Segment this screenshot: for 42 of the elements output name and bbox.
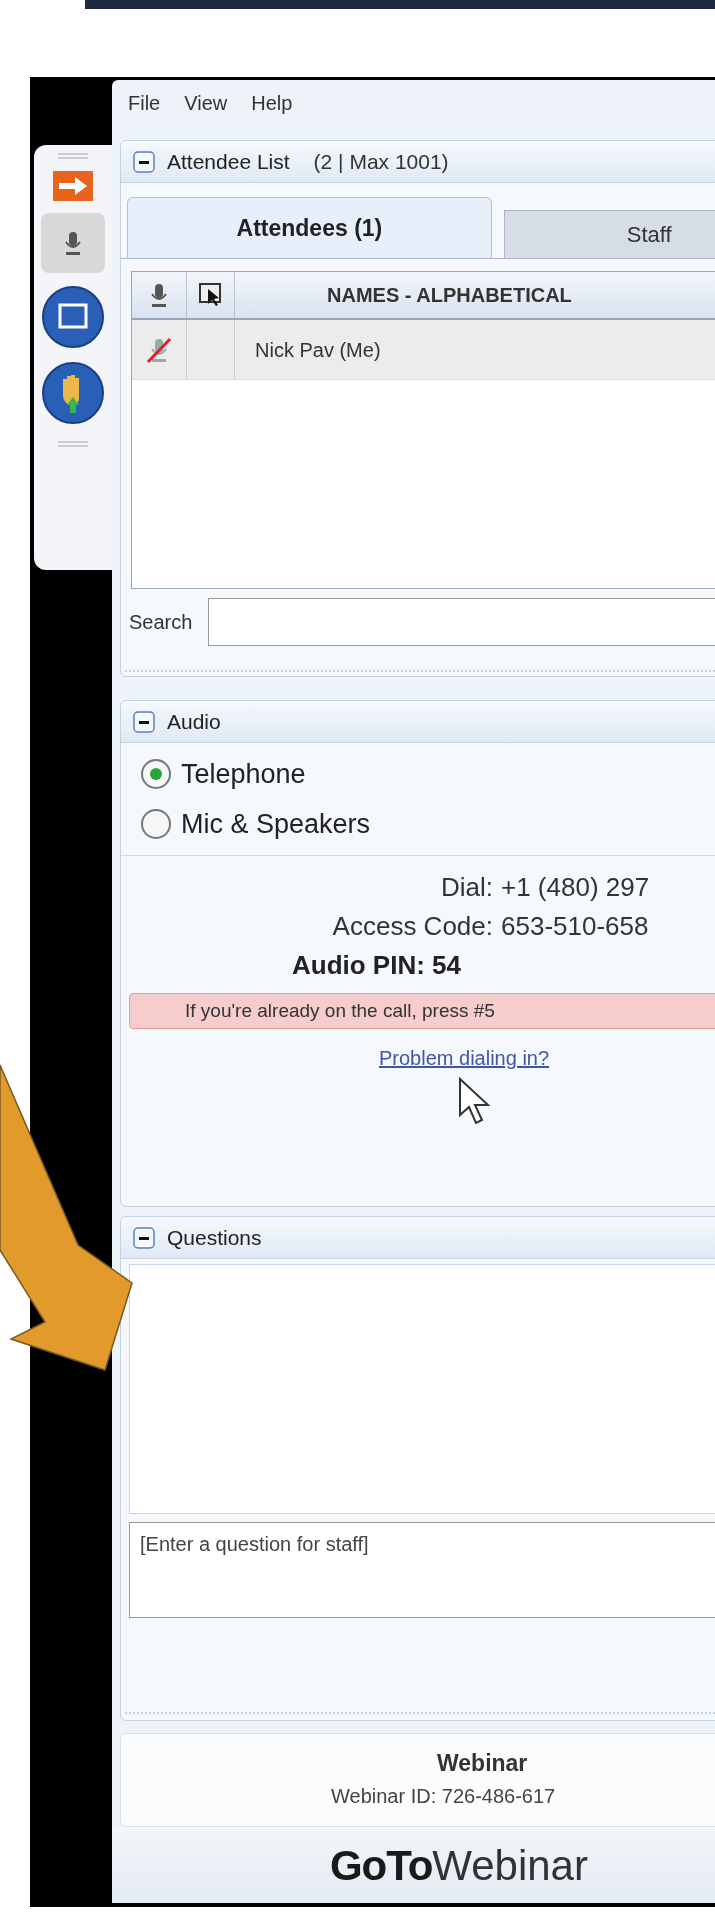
cursor-icon [457, 1077, 493, 1127]
collapse-icon[interactable] [133, 150, 155, 173]
audio-pin: Audio PIN: 54 [291, 949, 462, 982]
radio-option[interactable]: Telephone [139, 751, 715, 797]
mic-button[interactable] [41, 213, 105, 273]
grip-icon[interactable] [58, 153, 88, 159]
detail-label: Access Code: [331, 910, 493, 943]
attendee-row[interactable]: Nick Pav (Me) [132, 320, 715, 380]
search-field[interactable] [208, 598, 715, 646]
radio-option[interactable]: Mic & Speakers [139, 801, 715, 847]
radio-button[interactable] [139, 807, 173, 841]
webinar-id: Webinar ID: 726-486-617 [331, 1783, 556, 1809]
radio-button[interactable] [139, 757, 173, 791]
panel-title: Attendee List [167, 148, 290, 175]
detail-value: 653-510-658 [501, 910, 650, 943]
collapse-icon[interactable] [133, 710, 155, 733]
menu-item[interactable]: File [128, 87, 161, 118]
collapse-icon[interactable] [133, 1226, 155, 1249]
logo: GoToWebinar [112, 1827, 715, 1903]
detail-label: Dial: [440, 871, 493, 904]
panel-header[interactable]: Questions [121, 1217, 715, 1259]
menu-item[interactable]: View [184, 87, 228, 118]
grip-icon[interactable] [58, 441, 88, 447]
panel-header[interactable]: Audio [121, 701, 715, 743]
help-link[interactable]: Problem dialing in? [379, 1043, 550, 1073]
column-header[interactable]: NAMES - ALPHABETICAL [235, 272, 572, 318]
menu-item[interactable]: Help [251, 87, 293, 118]
detail-value: +1 (480) 297 [501, 871, 651, 904]
attendee-name: Nick Pav (Me) [254, 337, 381, 363]
tab[interactable]: Staff [503, 210, 715, 258]
notice-banner: If you're already on the call, press #5 [129, 993, 715, 1029]
webinar-title: Webinar [437, 1749, 528, 1778]
search-label: Search [129, 610, 193, 635]
panel-title: Audio [167, 708, 221, 735]
screen-pointer-icon [197, 282, 224, 308]
question-field[interactable]: [Enter a question for staff] [129, 1522, 715, 1618]
panel-header[interactable]: Attendee List (2 | Max 1001) [121, 141, 715, 183]
panel-title: Questions [167, 1224, 262, 1251]
attendee-count: (2 | Max 1001) [313, 148, 449, 175]
raise-hand-icon[interactable] [41, 361, 105, 425]
screen-icon[interactable] [41, 285, 105, 349]
tab[interactable]: Attendees (1) [127, 197, 492, 258]
